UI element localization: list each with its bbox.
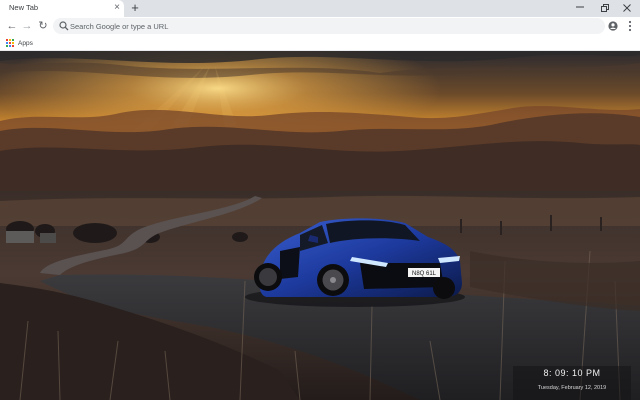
profile-button[interactable] [606,18,620,34]
apps-dot [12,39,14,41]
clock-time: 8: 09: 10 PM [543,368,601,378]
apps-grid-icon [6,39,14,47]
forward-button[interactable]: → [20,18,34,34]
toolbar: ← → ↻ ☆ [0,17,640,35]
new-tab-button[interactable]: + [129,0,141,16]
tab-title: New Tab [9,3,39,12]
apps-dot [9,42,11,44]
apps-label: Apps [18,39,33,47]
reload-button[interactable]: ↻ [36,18,50,34]
menu-button[interactable] [623,18,637,34]
close-window-button[interactable] [613,0,640,15]
minimize-button[interactable] [566,0,594,15]
more-vert-icon [628,20,632,32]
apps-dot [6,39,8,41]
clock-date: Tuesday, February 12, 2019 [537,385,607,391]
license-plate-text: N8Q 61L [412,271,437,277]
tab-new-tab[interactable]: New Tab × [0,0,124,17]
new-tab-page: N8Q 61L 8: 09: 10 PM Tuesday, February 1… [0,51,640,400]
omnibox[interactable]: ☆ [53,18,605,34]
search-icon [59,21,69,31]
omnibox-input[interactable] [70,18,570,34]
apps-dot [6,45,8,47]
tab-close-icon[interactable]: × [111,1,123,15]
apps-dot [12,42,14,44]
account-icon [608,21,618,31]
apps-dot [6,42,8,44]
bookmarks-bar: Apps [0,35,640,51]
tab-strip: New Tab × + [0,0,640,17]
clock-widget: 8: 09: 10 PM Tuesday, February 12, 2019 [513,366,631,400]
apps-dot [12,45,14,47]
back-button[interactable]: ← [5,18,19,34]
wallpaper-image: N8Q 61L [0,51,640,400]
apps-dot [9,45,11,47]
close-icon [623,4,631,12]
apps-dot [9,39,11,41]
restore-icon [601,4,609,12]
browser-window: New Tab × + ← → ↻ Search Google or type … [0,0,640,400]
minimize-icon [576,6,584,8]
apps-shortcut[interactable]: Apps [6,37,33,49]
